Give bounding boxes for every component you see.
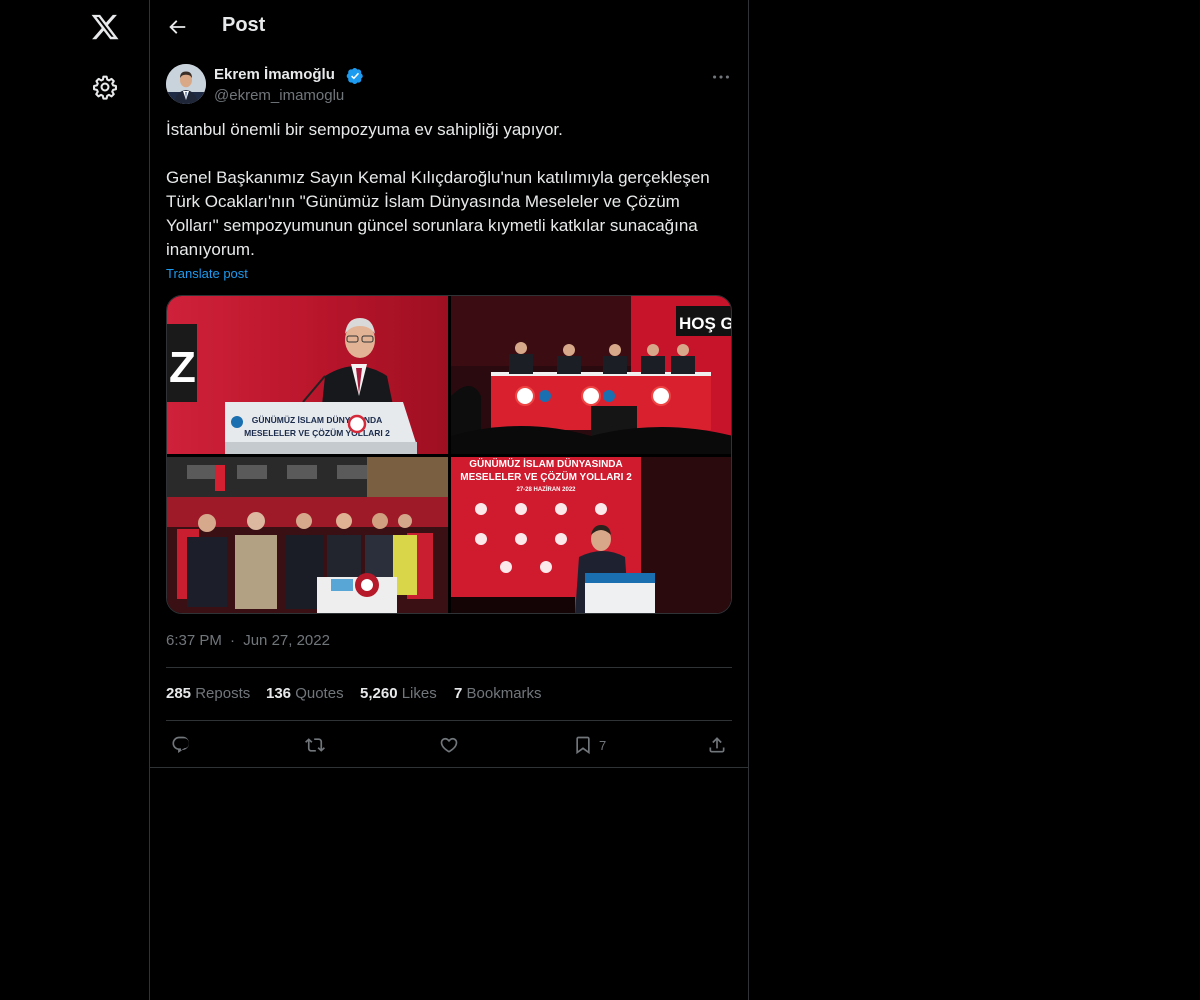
reposts-label: Reposts xyxy=(195,685,251,702)
timestamp-separator: · xyxy=(230,632,236,649)
media-grid: Z GÜNÜMÜZ İSLAM DÜNYASINDA MESELELER VE … xyxy=(166,295,732,614)
repost-button[interactable] xyxy=(305,733,325,757)
banner-line2: MESELELER VE ÇÖZÜM YOLLARI 2 xyxy=(460,470,632,483)
podium-banner-line2: MESELELER VE ÇÖZÜM YOLLARI 2 xyxy=(244,428,390,438)
likes-count: 5,260 xyxy=(360,685,398,702)
reposts-stat[interactable]: 285 Reposts xyxy=(166,685,250,702)
main-column: Post Ekrem İmamoğlu @ekrem_imamoglu İsta… xyxy=(149,0,749,1000)
post-time[interactable]: 6:37 PM xyxy=(166,632,222,649)
post-bottom-border xyxy=(150,767,748,768)
share-button[interactable] xyxy=(707,733,727,757)
quotes-count: 136 xyxy=(266,685,292,702)
post-text: İstanbul önemli bir sempozyuma ev sahipl… xyxy=(166,118,732,262)
gear-icon[interactable] xyxy=(92,74,118,100)
page-title: Post xyxy=(222,14,266,36)
share-icon xyxy=(709,737,725,753)
repost-icon xyxy=(305,738,325,752)
bookmarks-stat[interactable]: 7 Bookmarks xyxy=(454,685,542,702)
post-stats: 285 Reposts 136 Quotes 5,260 Likes 7 Boo… xyxy=(166,685,732,705)
author-name[interactable]: Ekrem İmamoğlu xyxy=(214,66,335,83)
post-timestamp: 6:37 PM · Jun 27, 2022 xyxy=(166,632,330,649)
post-paragraph: İstanbul önemli bir sempozyuma ev sahipl… xyxy=(166,120,563,139)
post-actions: 7 xyxy=(166,733,732,757)
divider xyxy=(166,720,732,721)
back-arrow-icon[interactable] xyxy=(166,16,188,38)
reply-button[interactable] xyxy=(171,733,191,757)
divider xyxy=(166,667,732,668)
quotes-stat[interactable]: 136 Quotes xyxy=(266,685,344,702)
like-button[interactable] xyxy=(439,733,459,757)
post-paragraph: Genel Başkanımız Sayın Kemal Kılıçdaroğl… xyxy=(166,168,715,259)
post-photo[interactable]: HOŞ GE xyxy=(451,296,732,454)
bookmark-button[interactable]: 7 xyxy=(573,733,606,757)
banner-date: 27-28 HAZİRAN 2022 xyxy=(516,486,576,493)
likes-label: Likes xyxy=(401,685,437,702)
likes-stat[interactable]: 5,260 Likes xyxy=(360,685,437,702)
translate-post-link[interactable]: Translate post xyxy=(166,266,248,281)
paragraph-spacer xyxy=(166,142,732,166)
photo-sign-text: HOŞ GE xyxy=(679,314,732,333)
verified-badge-icon xyxy=(346,67,363,85)
author-handle[interactable]: @ekrem_imamoglu xyxy=(214,87,344,104)
post-photo[interactable] xyxy=(167,457,448,613)
reposts-count: 285 xyxy=(166,685,192,702)
bookmarks-label: Bookmarks xyxy=(466,685,542,702)
post-photo[interactable]: GÜNÜMÜZ İSLAM DÜNYASINDA MESELELER VE ÇÖ… xyxy=(451,457,731,613)
banner-line1: GÜNÜMÜZ İSLAM DÜNYASINDA xyxy=(469,457,623,470)
post-date[interactable]: Jun 27, 2022 xyxy=(243,632,330,649)
bookmark-icon xyxy=(576,736,590,755)
bookmarks-count: 7 xyxy=(454,685,463,702)
left-rail xyxy=(0,0,150,1000)
quotes-label: Quotes xyxy=(295,685,344,702)
reply-icon xyxy=(172,736,190,753)
bookmark-action-count: 7 xyxy=(599,737,607,753)
photo-side-letter: Z xyxy=(169,343,196,392)
post-header: Post xyxy=(150,0,748,54)
like-icon xyxy=(440,737,458,753)
post-photo[interactable]: Z GÜNÜMÜZ İSLAM DÜNYASINDA MESELELER VE … xyxy=(167,296,448,454)
avatar[interactable] xyxy=(166,64,206,104)
x-logo-icon[interactable] xyxy=(90,12,120,42)
more-options-icon[interactable] xyxy=(710,66,732,88)
